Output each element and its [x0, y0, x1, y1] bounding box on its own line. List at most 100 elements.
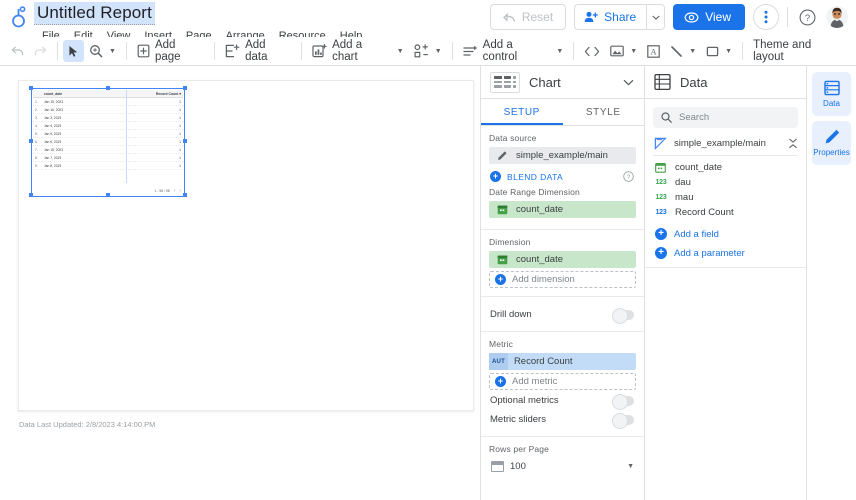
data-last-updated-note: Data Last Updated: 2/8/2023 4:14:00 PM — [19, 420, 480, 429]
field-count-date[interactable]: count_date — [653, 160, 798, 175]
resize-handle-s[interactable] — [106, 193, 110, 197]
field-dau[interactable]: 123 dau — [653, 175, 798, 190]
data-panel-header: Data — [645, 66, 806, 99]
add-chart-button[interactable]: Add a chart ▼ — [307, 40, 409, 62]
add-parameter-label: Add a parameter — [674, 248, 745, 259]
report-canvas[interactable]: count_date Record Count ▾ 1.Jan 15, 2023… — [0, 66, 480, 500]
metric-sliders-row[interactable]: Metric sliders — [489, 409, 636, 428]
undo-button[interactable] — [6, 40, 29, 62]
add-parameter-button[interactable]: + Add a parameter — [645, 245, 806, 261]
table-row[interactable]: 3.Jan 3, 20231 — [33, 114, 183, 122]
tab-setup[interactable]: SETUP — [481, 99, 563, 125]
drill-down-toggle[interactable] — [612, 310, 634, 320]
table-row[interactable]: 4.Jan 4, 20231 — [33, 122, 183, 130]
avatar[interactable] — [826, 6, 848, 28]
community-viz-button[interactable]: ▼ — [409, 40, 447, 62]
table-row[interactable]: 1.Jan 15, 20231 — [33, 98, 183, 106]
rows-per-page-select[interactable]: 100 ▼ — [489, 458, 636, 475]
table-row[interactable]: 8.Jan 7, 20231 — [33, 154, 183, 162]
rail-button-properties[interactable]: Properties — [812, 121, 851, 165]
reset-button[interactable]: Reset — [490, 4, 566, 30]
optional-metrics-toggle[interactable] — [612, 396, 634, 406]
insert-line-button[interactable]: ▼ — [665, 40, 701, 62]
resize-handle-se[interactable] — [183, 193, 187, 197]
table-header-count-date[interactable]: count_date — [42, 90, 135, 98]
metric-sliders-toggle[interactable] — [612, 415, 634, 425]
dimension-chip[interactable]: count_date — [489, 251, 636, 268]
embed-button[interactable] — [579, 40, 605, 62]
help-circle-icon[interactable]: ? — [623, 171, 634, 182]
field-mau[interactable]: 123 mau — [653, 190, 798, 205]
table-row[interactable]: 2.Jan 16, 20231 — [33, 106, 183, 114]
resize-handle-sw[interactable] — [29, 193, 33, 197]
add-control-button[interactable]: Add a control ▼ — [458, 40, 569, 62]
report-page[interactable]: count_date Record Count ▾ 1.Jan 15, 2023… — [18, 80, 474, 411]
drill-down-row[interactable]: Drill down — [489, 304, 636, 323]
zoom-tool-button[interactable]: ▼ — [84, 40, 121, 62]
add-data-button[interactable]: Add data — [220, 40, 296, 62]
view-button[interactable]: View — [673, 4, 745, 30]
123-icon: 123 — [655, 179, 667, 186]
table-header-record-count[interactable]: Record Count ▾ — [135, 90, 183, 98]
blend-data-row[interactable]: + BLEND DATA ? — [489, 167, 636, 184]
toolbar-divider — [214, 42, 215, 60]
share-button-group: Share — [574, 4, 665, 30]
more-options-button[interactable] — [753, 4, 779, 30]
insert-image-button[interactable]: ▼ — [605, 40, 642, 62]
table-row[interactable]: 6.Jan 6, 20231 — [33, 138, 183, 146]
date-range-dimension-chip[interactable]: count_date — [489, 201, 636, 218]
resize-handle-nw[interactable] — [29, 86, 33, 90]
pencil-icon[interactable] — [495, 150, 510, 161]
view-label: View — [705, 10, 731, 24]
toolbar-divider — [787, 7, 788, 27]
resize-handle-ne[interactable] — [183, 86, 187, 90]
add-metric-button[interactable]: + Add metric — [489, 373, 636, 390]
table-row[interactable]: 7.Jan 18, 20231 — [33, 146, 183, 154]
collapse-all-icon[interactable] — [788, 138, 798, 149]
resize-handle-e[interactable] — [183, 139, 187, 143]
resize-handle-w[interactable] — [29, 139, 33, 143]
chevron-down-icon: ▼ — [627, 463, 634, 470]
chevron-right-icon[interactable]: › — [179, 188, 181, 194]
chevron-down-icon[interactable] — [623, 79, 634, 86]
select-tool-button[interactable] — [63, 40, 84, 62]
data-source-row[interactable]: simple_example/main — [645, 134, 806, 155]
add-page-button[interactable]: Add page — [132, 40, 209, 62]
tab-style[interactable]: STYLE — [563, 99, 645, 125]
add-field-button[interactable]: + Add a field — [645, 226, 806, 242]
insert-text-button[interactable]: A — [642, 40, 665, 62]
dimension-label: Dimension — [489, 237, 636, 247]
optional-metrics-row[interactable]: Optional metrics — [489, 390, 636, 409]
cell-record-count: 1 — [135, 98, 183, 106]
insert-shape-button[interactable]: ▼ — [701, 40, 737, 62]
table-row[interactable]: 5.Jan 5, 20231 — [33, 130, 183, 138]
share-button[interactable]: Share — [574, 4, 646, 30]
table-chart-widget[interactable]: count_date Record Count ▾ 1.Jan 15, 2023… — [33, 90, 183, 195]
redo-button[interactable] — [29, 40, 52, 62]
rail-button-data[interactable]: Data — [812, 72, 851, 116]
help-button[interactable]: ? — [796, 6, 818, 28]
resize-handle-n[interactable] — [106, 86, 110, 90]
table-row[interactable]: 9.Jan 8, 20231 — [33, 162, 183, 170]
row-index: 8. — [33, 154, 42, 162]
chevron-left-icon[interactable]: ‹ — [174, 188, 176, 194]
eye-icon — [684, 12, 699, 23]
search-box[interactable] — [653, 107, 798, 128]
cursor-arrow-icon — [68, 45, 79, 58]
blend-data-label: BLEND DATA — [507, 172, 563, 182]
sort-indicator-icon: ▾ — [179, 92, 181, 96]
magnifier-icon — [89, 44, 103, 58]
plus-circle-icon: + — [490, 171, 501, 182]
cell-record-count: 1 — [135, 130, 183, 138]
field-label: mau — [675, 192, 693, 203]
metric-chip[interactable]: AUT Record Count — [489, 353, 636, 370]
table-chart-icon[interactable] — [490, 72, 520, 93]
search-input[interactable] — [679, 112, 790, 123]
share-dropdown-button[interactable] — [646, 4, 665, 30]
add-dimension-button[interactable]: + Add dimension — [489, 271, 636, 288]
theme-and-layout-button[interactable]: Theme and layout — [748, 40, 850, 62]
data-source-chip[interactable]: simple_example/main — [489, 147, 636, 164]
report-title[interactable]: Untitled Report — [34, 2, 155, 25]
chevron-down-icon: ▼ — [725, 48, 732, 55]
field-record-count[interactable]: 123 Record Count — [653, 205, 798, 220]
